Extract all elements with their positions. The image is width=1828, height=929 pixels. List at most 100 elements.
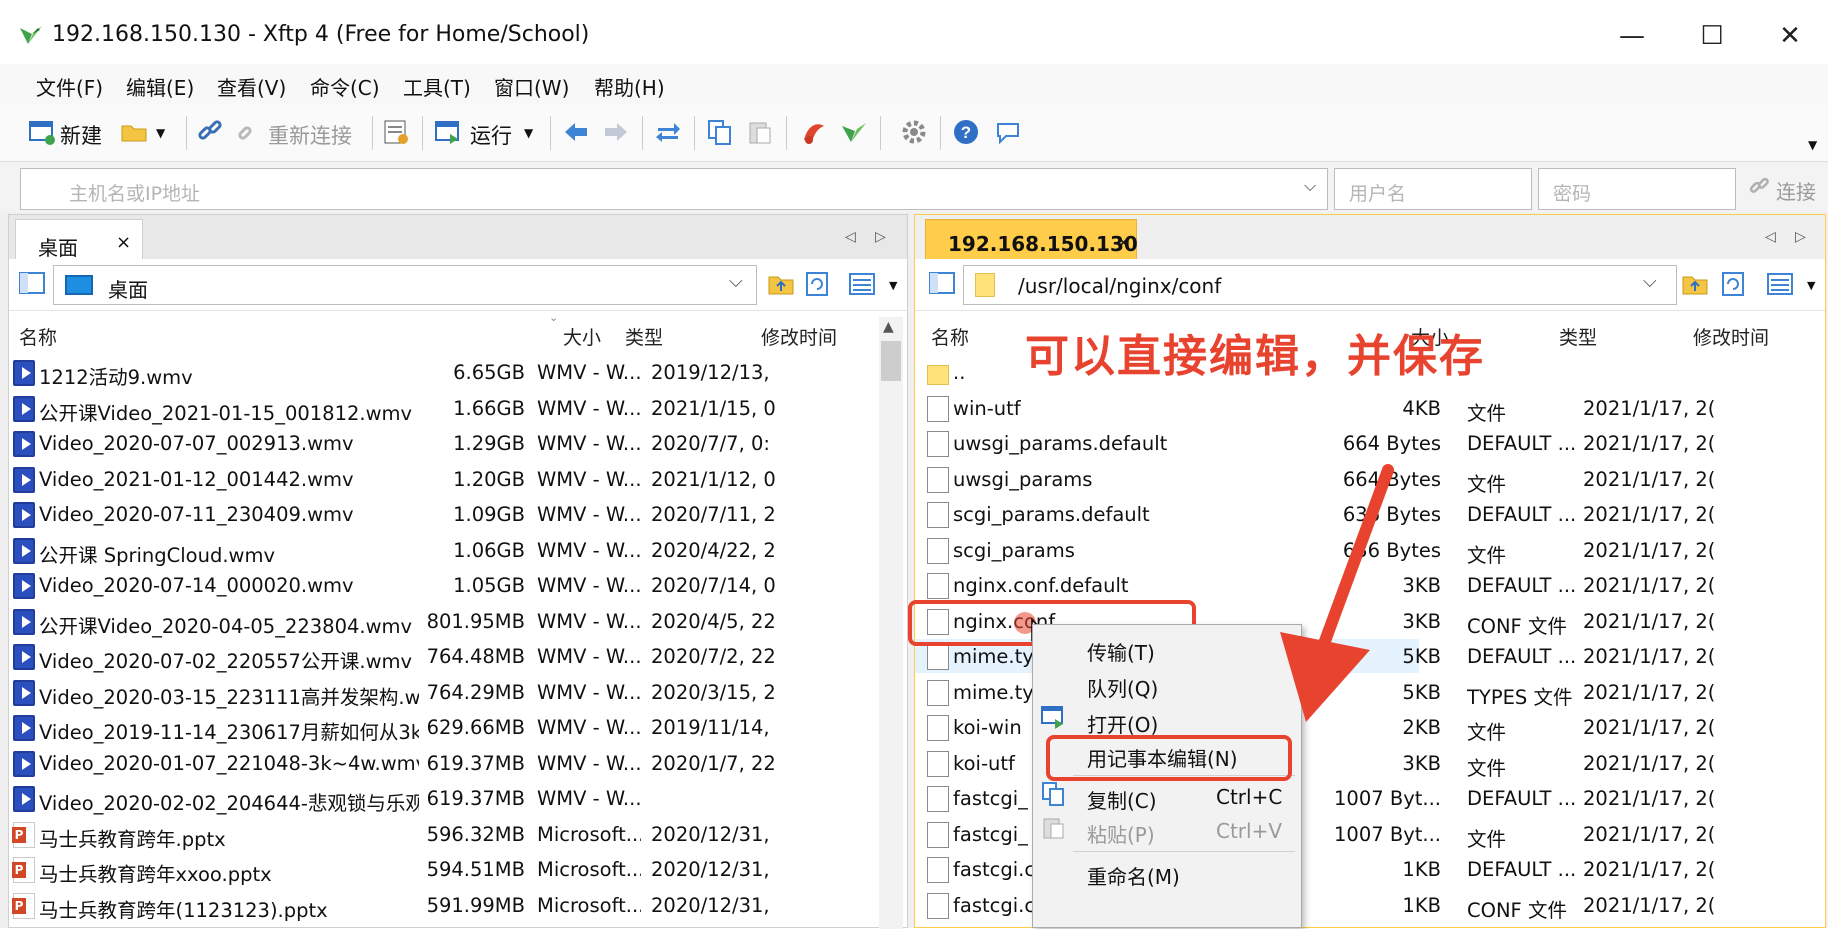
ctx-transfer[interactable]: 传输(T) <box>1087 637 1155 666</box>
col-type-header[interactable]: 类型 <box>1559 323 1597 350</box>
view-mode-dropdown-icon[interactable]: ▼ <box>1807 279 1815 292</box>
refresh-icon[interactable] <box>1721 271 1745 297</box>
run-dropdown-icon[interactable]: ▼ <box>524 126 533 140</box>
tab-local-desktop[interactable]: 桌面 × <box>15 219 143 263</box>
reconnect-button-label[interactable]: 重新连接 <box>268 120 352 150</box>
open-folder-icon[interactable] <box>120 118 148 146</box>
local-file-row[interactable]: Video_2020-02-02_204644-悲观锁与乐观锁... 619.37… <box>9 781 877 817</box>
back-arrow-icon[interactable] <box>562 118 590 146</box>
path-dropdown-icon[interactable]: ⌵ <box>1643 271 1657 292</box>
chat-bubble-icon[interactable] <box>994 118 1022 146</box>
local-file-row[interactable]: Video_2020-07-14_000020.wmv 1.05GB WMV - W… <box>9 568 877 604</box>
local-file-row[interactable]: 1212活动9.wmv 6.65GB WMV - W... 2019/12/13, <box>9 355 877 391</box>
run-icon[interactable] <box>434 118 462 146</box>
menu-view[interactable]: 查看(V) <box>217 72 286 101</box>
local-file-row[interactable]: Video_2020-07-11_230409.wmv 1.09GB WMV - W… <box>9 497 877 533</box>
menu-file[interactable]: 文件(F) <box>36 72 103 101</box>
xftp-tool-icon[interactable] <box>840 118 868 146</box>
menu-help[interactable]: 帮助(H) <box>594 72 665 101</box>
paste-icon[interactable] <box>746 118 774 146</box>
open-dropdown-icon[interactable]: ▼ <box>156 126 165 140</box>
ctx-queue[interactable]: 队列(Q) <box>1087 673 1158 702</box>
folder-icon <box>927 365 949 385</box>
local-file-row[interactable]: Video_2020-03-15_223111高并发架构.wmv 764.29MB… <box>9 675 877 711</box>
minimize-button[interactable]: — <box>1612 18 1652 54</box>
remote-file-row[interactable]: win-utf 4KB 文件 2021/1/17, 2( <box>915 391 1825 427</box>
tab-scroll-right-icon[interactable]: ▷ <box>1795 229 1806 245</box>
local-file-row[interactable]: 马士兵教育跨年xxoo.pptx 594.51MB Microsoft... 2020… <box>9 852 877 888</box>
local-file-row[interactable]: 马士兵教育跨年.pptx 596.32MB Microsoft... 2020/12/… <box>9 817 877 853</box>
tab-scroll-left-icon[interactable]: ◁ <box>1765 229 1776 245</box>
view-mode-icon[interactable] <box>1767 273 1793 295</box>
col-size-header[interactable]: 大小 <box>563 323 601 350</box>
title-bar: 192.168.150.130 - Xftp 4 (Free for Home/… <box>0 0 1828 72</box>
maximize-button[interactable]: ☐ <box>1692 18 1732 54</box>
refresh-icon[interactable] <box>805 271 829 297</box>
tab-scroll-left-icon[interactable]: ◁ <box>845 229 856 245</box>
host-input[interactable]: 主机名或IP地址 <box>20 168 1328 210</box>
reconnect-icon[interactable] <box>236 118 264 146</box>
xshell-icon[interactable] <box>800 118 828 146</box>
menu-window[interactable]: 窗口(W) <box>494 72 569 101</box>
connect-link-icon[interactable] <box>196 118 224 146</box>
parent-folder-icon[interactable] <box>1681 271 1709 297</box>
local-file-row[interactable]: Video_2020-07-07_002913.wmv 1.29GB WMV - W… <box>9 426 877 462</box>
local-file-row[interactable]: Video_2020-07-02_220557公开课.wmv 764.48MB WM… <box>9 639 877 675</box>
close-window-button[interactable]: ✕ <box>1770 18 1810 54</box>
remote-path-input[interactable]: /usr/local/nginx/conf <box>963 265 1677 305</box>
col-modified-header[interactable]: 修改时间 <box>761 323 837 350</box>
sync-icon[interactable] <box>654 118 682 146</box>
connect-button[interactable]: 连接 <box>1776 176 1816 205</box>
menu-tools[interactable]: 工具(T) <box>403 72 471 101</box>
tab-remote-session[interactable]: 192.168.150.130 × <box>925 219 1138 263</box>
password-input[interactable]: 密码 <box>1538 168 1736 210</box>
path-dropdown-icon[interactable]: ⌵ <box>729 271 743 292</box>
local-file-row[interactable]: Video_2020-01-07_221048-3k~4w.wmv 619.37M… <box>9 746 877 782</box>
col-name-header[interactable]: 名称 <box>19 323 57 350</box>
local-scrollbar[interactable] <box>879 317 903 929</box>
local-path-input[interactable]: 桌面 <box>53 265 757 305</box>
cell-name: Video_2020-02-02_204644-悲观锁与乐观锁... <box>39 792 419 815</box>
toggle-tree-icon[interactable] <box>929 271 955 295</box>
xftp-window: 192.168.150.130 - Xftp 4 (Free for Home/… <box>0 0 1828 929</box>
run-button-label[interactable]: 运行 <box>470 120 512 150</box>
local-file-row[interactable]: 公开课Video_2021-01-15_001812.wmv 1.66GB WMV … <box>9 391 877 427</box>
tab-scroll-right-icon[interactable]: ▷ <box>875 229 886 245</box>
properties-icon[interactable] <box>382 118 410 146</box>
connect-icon[interactable] <box>1748 176 1770 198</box>
menu-command[interactable]: 命令(C) <box>310 72 380 101</box>
col-modified-header[interactable]: 修改时间 <box>1693 323 1769 350</box>
remote-file-row[interactable]: uwsgi_params.default 664 Bytes DEFAULT ...… <box>915 426 1825 462</box>
menu-edit[interactable]: 编辑(E) <box>126 72 194 101</box>
parent-folder-icon[interactable] <box>767 271 795 297</box>
local-file-row[interactable]: Video_2019-11-14_230617月薪如何从3k到4... 629.6… <box>9 710 877 746</box>
help-icon[interactable]: ? <box>952 118 980 146</box>
copy-icon[interactable] <box>706 118 734 146</box>
host-history-dropdown-icon[interactable]: ⌵ <box>1304 176 1316 196</box>
scrollbar-thumb[interactable] <box>881 341 901 381</box>
toggle-tree-icon[interactable] <box>19 271 45 295</box>
tab-close-icon[interactable]: × <box>116 232 131 253</box>
scroll-up-icon[interactable]: ▲ <box>883 319 894 335</box>
new-button-label[interactable]: 新建 <box>60 120 102 150</box>
local-file-row[interactable]: Video_2021-01-12_001442.wmv 1.20GB WMV - W… <box>9 462 877 498</box>
col-type-header[interactable]: 类型 <box>625 323 663 350</box>
toolbar-overflow-icon[interactable]: ▼ <box>1808 138 1817 152</box>
cell-type: DEFAULT ... <box>1467 432 1577 455</box>
cell-modified: 2021/1/17, 2( <box>1583 609 1716 633</box>
local-file-row[interactable]: 马士兵教育跨年(1123123).pptx 591.99MB Microsoft..… <box>9 888 877 924</box>
username-input[interactable]: 用户名 <box>1334 168 1532 210</box>
ctx-paste[interactable]: 粘贴(P) <box>1087 819 1155 848</box>
view-mode-icon[interactable] <box>849 273 875 295</box>
tab-close-icon[interactable]: × <box>1116 232 1131 253</box>
view-mode-dropdown-icon[interactable]: ▼ <box>889 279 897 292</box>
ctx-open[interactable]: 打开(O) <box>1087 709 1158 738</box>
ctx-copy[interactable]: 复制(C) <box>1087 785 1157 814</box>
settings-gear-icon[interactable] <box>900 118 928 146</box>
new-session-icon[interactable] <box>28 118 56 146</box>
forward-arrow-icon[interactable] <box>602 118 630 146</box>
local-file-row[interactable]: 公开课Video_2020-04-05_223804.wmv 801.95MB WM… <box>9 604 877 640</box>
ctx-rename[interactable]: 重命名(M) <box>1087 861 1180 890</box>
col-name-header[interactable]: 名称 <box>931 323 969 350</box>
local-file-row[interactable]: 公开课 SpringCloud.wmv 1.06GB WMV - W... 2020/… <box>9 533 877 569</box>
